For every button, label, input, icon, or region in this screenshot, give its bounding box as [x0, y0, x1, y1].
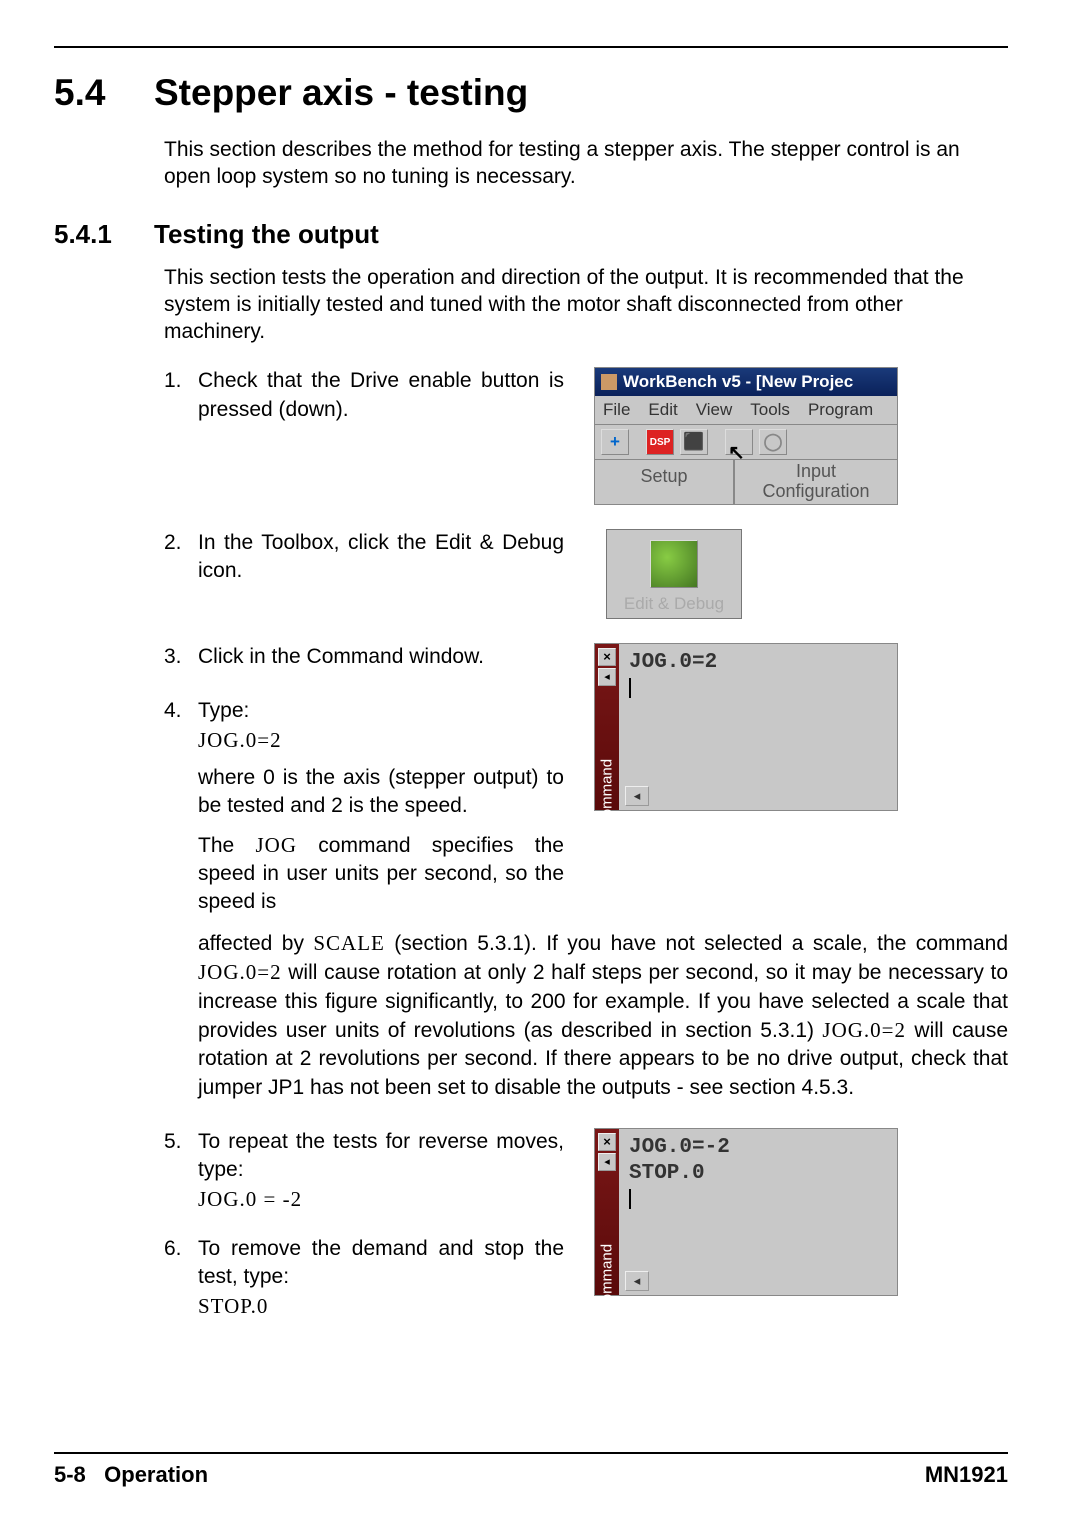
section-intro: This section describes the method for te…: [164, 136, 1008, 191]
step-number: 6.: [164, 1235, 198, 1292]
step-number: 3.: [164, 643, 198, 671]
footer-left: 5-8 Operation: [54, 1462, 208, 1488]
step-number: 4.: [164, 697, 198, 725]
subsection-number: 5.4.1: [54, 219, 154, 250]
workbench-app-icon: [601, 374, 617, 390]
pin-icon[interactable]: ◂: [598, 1153, 616, 1171]
subsection-title: Testing the output: [154, 219, 379, 250]
section-number: 5.4: [54, 72, 154, 114]
setup-tab[interactable]: Setup: [595, 460, 735, 504]
edit-debug-label: Edit & Debug: [613, 594, 735, 614]
dsp-icon[interactable]: DSP: [646, 429, 674, 455]
subsection-intro: This section tests the operation and dir…: [164, 264, 1008, 346]
footer-right: MN1921: [925, 1462, 1008, 1488]
step-code: STOP.0: [198, 1292, 564, 1320]
cursor-icon[interactable]: [725, 429, 753, 455]
input-config-panel: Input Configuration: [735, 460, 897, 504]
step-number: 5.: [164, 1128, 198, 1185]
step-text: Type:: [198, 697, 564, 725]
section-title: Stepper axis - testing: [154, 72, 528, 114]
close-icon[interactable]: ×: [598, 648, 616, 666]
command-window-figure: × ◂ Command JOG.0=-2 STOP.0 ◂: [594, 1128, 898, 1296]
workbench-titlebar: WorkBench v5 - [New Projec: [595, 368, 897, 396]
workbench-title-text: WorkBench v5 - [New Projec: [623, 372, 853, 392]
command-text-area[interactable]: JOG.0=2: [619, 644, 897, 810]
ellipse-icon[interactable]: ◯: [759, 429, 787, 455]
scroll-left-icon[interactable]: ◂: [625, 1271, 649, 1291]
workbench-window-figure: WorkBench v5 - [New Projec File Edit Vie…: [594, 367, 898, 505]
workbench-toolbar: + DSP ⬛ ◯: [595, 425, 897, 460]
step-text: To repeat the tests for reverse moves, t…: [198, 1128, 564, 1185]
edit-debug-icon[interactable]: [650, 540, 698, 588]
step-code: JOG.0=2: [198, 726, 564, 754]
step-text: Click in the Command window.: [198, 643, 564, 671]
pin-icon[interactable]: ◂: [598, 668, 616, 686]
plus-icon[interactable]: +: [601, 429, 629, 455]
drive-enable-icon[interactable]: ⬛: [680, 429, 708, 455]
command-window-figure: × ◂ Command JOG.0=2 ◂: [594, 643, 898, 811]
workbench-menubar: File Edit View Tools Program: [595, 396, 897, 425]
step-paragraph: where 0 is the axis (stepper output) to …: [198, 764, 564, 821]
menu-edit[interactable]: Edit: [648, 400, 677, 420]
scroll-left-icon[interactable]: ◂: [625, 786, 649, 806]
command-text-area[interactable]: JOG.0=-2 STOP.0: [619, 1129, 897, 1295]
step-text: Check that the Drive enable button is pr…: [198, 367, 564, 424]
footer-rule: [54, 1452, 1008, 1454]
menu-view[interactable]: View: [696, 400, 733, 420]
step-paragraph: affected by SCALE (section 5.3.1). If yo…: [198, 929, 1008, 1102]
step-text: In the Toolbox, click the Edit & Debug i…: [198, 529, 564, 586]
command-side-label: Command: [599, 759, 616, 828]
command-sidebar: × ◂ Command: [595, 1129, 619, 1295]
menu-program[interactable]: Program: [808, 400, 873, 420]
page-footer: 5-8 Operation MN1921: [54, 1452, 1008, 1488]
step-text: To remove the demand and stop the test, …: [198, 1235, 564, 1292]
command-sidebar: × ◂ Command: [595, 644, 619, 810]
step-paragraph: The JOG command specifies the speed in u…: [198, 831, 564, 917]
command-side-label: Command: [599, 1244, 616, 1313]
menu-tools[interactable]: Tools: [750, 400, 790, 420]
menu-file[interactable]: File: [603, 400, 630, 420]
edit-debug-figure: Edit & Debug: [606, 529, 742, 619]
top-rule: [54, 46, 1008, 48]
step-number: 2.: [164, 529, 198, 586]
step-number: 1.: [164, 367, 198, 424]
close-icon[interactable]: ×: [598, 1133, 616, 1151]
step-code: JOG.0 = -2: [198, 1185, 564, 1213]
